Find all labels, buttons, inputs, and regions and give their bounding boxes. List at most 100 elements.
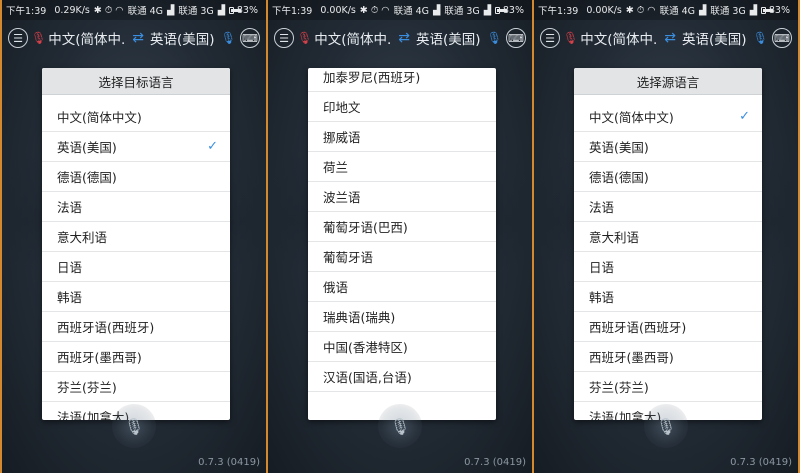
source-language[interactable]: 中文(简体中... — [314, 28, 392, 48]
record-microphone-icon[interactable]: 🎙 — [112, 404, 156, 448]
signal-icons: ✱ ⏱ ◠ — [93, 4, 124, 16]
language-picker-dialog: 选择源语言 中文(简体中文) ✓ 英语(美国) 德语(德国) 法语 意大利语 日语 韩语 西班牙… — [574, 68, 762, 420]
target-language[interactable]: 英语(美国) — [682, 28, 749, 48]
language-option[interactable]: 日语 — [42, 252, 230, 282]
language-option[interactable]: 中文(简体中文) ✓ — [574, 102, 762, 132]
carrier-2: 联通 3G — [178, 6, 214, 17]
microphone-icon[interactable]: 🎙 — [31, 31, 46, 45]
microphone-icon[interactable]: 🎙 — [297, 31, 312, 45]
language-list: 中文(简体中文) 英语(美国) ✓ 德语(德国) 法语意大利语日语韩语西班牙语(西班牙)… — [42, 102, 230, 420]
language-list: 加泰罗尼(西班牙) 印地文挪威语荷兰波兰语 葡萄牙语(巴西) 葡萄牙语俄语瑞典语(瑞典… — [308, 68, 496, 392]
language-option[interactable]: 意大利语 — [574, 222, 762, 252]
keyboard-icon[interactable]: ⌨ — [240, 28, 260, 48]
language-option[interactable]: 韩语 — [574, 282, 762, 312]
phone-screen-2: 下午1:39 0.00K/s ✱ ⏱ ◠ 联通 4G ▟ 联通 3G ▟ 83%… — [268, 0, 532, 473]
swap-arrows-icon[interactable]: ⇄ — [132, 30, 144, 46]
language-option[interactable]: 俄语 — [308, 272, 496, 302]
signal-icons: ✱ ⏱ ◠ — [359, 4, 390, 16]
network-speed: 0.00K/s — [586, 4, 622, 16]
menu-icon[interactable]: ☰ — [8, 28, 28, 48]
status-bar: 下午1:39 0.00K/s ✱ ⏱ ◠ 联通 4G ▟ 联通 3G ▟ 83% — [534, 0, 798, 20]
language-option[interactable]: 法语 — [574, 192, 762, 222]
language-option[interactable]: 汉语(国语,台语) — [308, 362, 496, 392]
battery-icon — [229, 6, 241, 14]
language-option-label: 西班牙(墨西哥) — [589, 350, 674, 365]
signal-icons: ✱ ⏱ ◠ — [625, 4, 656, 16]
language-option-label: 瑞典语(瑞典) — [323, 310, 396, 325]
target-language[interactable]: 英语(美国) — [416, 28, 483, 48]
language-option[interactable]: 瑞典语(瑞典) — [308, 302, 496, 332]
language-option-label: 芬兰(芬兰) — [589, 380, 649, 395]
language-option[interactable]: 西班牙语(西班牙) — [42, 312, 230, 342]
microphone-icon[interactable]: 🎙 — [487, 31, 502, 45]
status-time: 下午1:39 — [538, 6, 579, 17]
language-option[interactable]: 芬兰(芬兰) — [574, 372, 762, 402]
language-option[interactable]: 西班牙(墨西哥) — [42, 342, 230, 372]
keyboard-icon[interactable]: ⌨ — [506, 28, 526, 48]
carrier-1: 联通 4G — [393, 6, 430, 17]
dialog-title: 选择源语言 — [574, 68, 762, 95]
source-language[interactable]: 中文(简体中... — [580, 28, 658, 48]
language-option-label: 挪威语 — [323, 130, 361, 145]
language-list: 中文(简体中文) ✓ 英语(美国) 德语(德国) 法语 意大利语日语韩语 西班牙语(西班牙)… — [574, 102, 762, 420]
language-option[interactable]: 印地文 — [308, 92, 496, 122]
signal-bars-icon: ▟ — [483, 4, 492, 16]
microphone-icon[interactable]: 🎙 — [563, 31, 578, 45]
language-toolbar: ☰ 🎙 中文(简体中... ⇄ 英语(美国) 🎙 ⌨ — [268, 22, 532, 54]
language-option-label: 中国(香港特区) — [323, 340, 408, 355]
source-language[interactable]: 中文(简体中... — [48, 28, 126, 48]
record-microphone-icon[interactable]: 🎙 — [378, 404, 422, 448]
status-time: 下午1:39 — [6, 6, 47, 17]
language-option[interactable]: 日语 — [574, 252, 762, 282]
status-time: 下午1:39 — [272, 6, 313, 17]
language-option-label: 中文(简体中文) — [57, 110, 142, 125]
swap-arrows-icon[interactable]: ⇄ — [664, 30, 676, 46]
language-option[interactable]: 芬兰(芬兰) — [42, 372, 230, 402]
language-option[interactable]: 挪威语 — [308, 122, 496, 152]
swap-arrows-icon[interactable]: ⇄ — [398, 30, 410, 46]
microphone-icon[interactable]: 🎙 — [753, 31, 768, 45]
language-option[interactable]: 波兰语 — [308, 182, 496, 212]
language-option[interactable]: 加泰罗尼(西班牙) — [308, 68, 496, 92]
target-language[interactable]: 英语(美国) — [150, 28, 217, 48]
carrier-1: 联通 4G — [659, 6, 696, 17]
app-version: 0.7.3 (0419) — [464, 457, 526, 468]
language-option[interactable]: 中国(香港特区) — [308, 332, 496, 362]
record-microphone-icon[interactable]: 🎙 — [644, 404, 688, 448]
language-option-label: 加泰罗尼(西班牙) — [323, 70, 421, 85]
language-option[interactable]: 英语(美国) — [574, 132, 762, 162]
language-option[interactable]: 荷兰 — [308, 152, 496, 182]
language-option-label: 英语(美国) — [589, 140, 649, 155]
language-option-label: 荷兰 — [323, 160, 349, 175]
language-option[interactable]: 意大利语 — [42, 222, 230, 252]
language-option[interactable]: 西班牙语(西班牙) — [574, 312, 762, 342]
phone-screen-1: 下午1:39 0.29K/s ✱ ⏱ ◠ 联通 4G ▟ 联通 3G ▟ 83%… — [2, 0, 266, 473]
screenshot-collage: 下午1:39 0.29K/s ✱ ⏱ ◠ 联通 4G ▟ 联通 3G ▟ 83%… — [0, 0, 800, 473]
language-option-label: 意大利语 — [57, 230, 108, 245]
language-option[interactable]: 西班牙(墨西哥) — [574, 342, 762, 372]
language-option[interactable]: 德语(德国) — [42, 162, 230, 192]
language-option[interactable]: 韩语 — [42, 282, 230, 312]
language-option-label: 葡萄牙语 — [323, 250, 374, 265]
language-option[interactable]: 葡萄牙语 — [308, 242, 496, 272]
language-option-label: 西班牙语(西班牙) — [57, 320, 155, 335]
checkmark-icon: ✓ — [739, 109, 750, 124]
signal-bars-icon: ▟ — [749, 4, 758, 16]
menu-icon[interactable]: ☰ — [540, 28, 560, 48]
microphone-icon[interactable]: 🎙 — [221, 31, 236, 45]
language-option[interactable]: 中文(简体中文) — [42, 102, 230, 132]
network-speed: 0.29K/s — [54, 4, 90, 16]
language-option-label: 韩语 — [57, 290, 83, 305]
language-option-label: 法语 — [57, 200, 83, 215]
signal-bars-icon: ▟ — [217, 4, 226, 16]
language-option[interactable]: 英语(美国) ✓ — [42, 132, 230, 162]
language-option-label: 芬兰(芬兰) — [57, 380, 117, 395]
menu-icon[interactable]: ☰ — [274, 28, 294, 48]
language-option[interactable]: 法语 — [42, 192, 230, 222]
language-option[interactable]: 葡萄牙语(巴西) — [308, 212, 496, 242]
language-option-label: 汉语(国语,台语) — [323, 370, 412, 385]
language-option[interactable]: 德语(德国) — [574, 162, 762, 192]
language-option-label: 日语 — [589, 260, 615, 275]
keyboard-icon[interactable]: ⌨ — [772, 28, 792, 48]
language-option-label: 俄语 — [323, 280, 349, 295]
